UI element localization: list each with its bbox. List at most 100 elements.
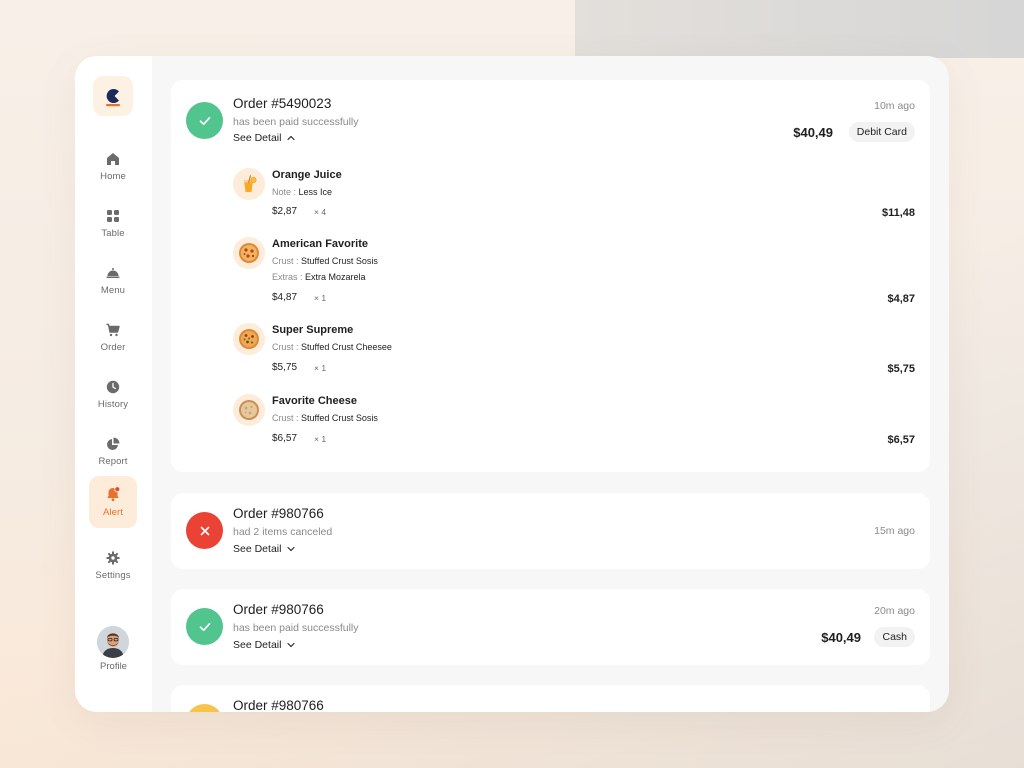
note-key: Crust : [272, 413, 302, 423]
user-avatar-icon [97, 626, 129, 658]
item-name: American Favorite [272, 238, 368, 250]
item-note: Note : Less Ice [272, 187, 332, 197]
avatar[interactable] [97, 626, 129, 658]
sidebar-item-label: Home [100, 171, 126, 182]
order-title: Order #980766 [233, 602, 324, 617]
sidebar-item-label: History [97, 399, 129, 410]
pizza-icon [239, 400, 259, 420]
payment-method-badge: Debit Card [848, 122, 915, 142]
item-name: Orange Juice [272, 169, 342, 181]
order-card: Order #5490023 has been paid successfull… [171, 80, 930, 472]
item-price: $5,75 [272, 362, 298, 373]
note-value: Stuffed Crust Sosis [301, 413, 378, 423]
item-thumbnail [233, 323, 265, 355]
sidebar-item-report[interactable]: Report [89, 426, 137, 478]
item-name: Super Supreme [272, 324, 354, 336]
app-logo[interactable] [93, 76, 133, 116]
sidebar: Home Table Menu Order History Report Ale… [75, 56, 152, 712]
bell-icon [107, 486, 121, 502]
app-window: Home Table Menu Order History Report Ale… [75, 56, 949, 712]
home-icon [107, 153, 119, 165]
item-note: Extras : Extra Mozarela [272, 272, 366, 282]
sidebar-item-history[interactable]: History [89, 369, 137, 421]
item-total: $5,75 [887, 363, 915, 375]
item-quantity: × 1 [314, 363, 327, 373]
success-status-badge [186, 608, 223, 645]
see-detail-label: See Detail [233, 543, 282, 555]
order-status-text: has been paid successfully [233, 622, 359, 634]
order-title: Order #980766 [233, 698, 324, 712]
check-icon [199, 622, 210, 631]
sidebar-item-table[interactable]: Table [89, 198, 137, 250]
grid-icon [107, 210, 119, 222]
sidebar-item-label: Order [100, 342, 126, 353]
sidebar-item-home[interactable]: Home [89, 141, 137, 193]
item-price: $6,57 [272, 433, 298, 444]
item-thumbnail [233, 237, 265, 269]
note-value: Stuffed Crust Cheesee [301, 342, 392, 352]
item-note: Crust : Stuffed Crust Sosis [272, 413, 378, 423]
juice-icon [244, 175, 257, 192]
item-note: Crust : Stuffed Crust Sosis [272, 256, 378, 266]
sidebar-item-label: Settings [95, 570, 131, 581]
order-item: Orange Juice Note : Less Ice $2,87 × 4 $… [233, 168, 915, 224]
error-status-badge [186, 512, 223, 549]
item-quantity: × 1 [314, 434, 327, 444]
pie-chart-icon [107, 437, 120, 450]
see-detail-toggle[interactable]: See Detail [233, 132, 296, 144]
item-thumbnail [233, 168, 265, 200]
cart-icon [106, 323, 120, 337]
close-icon [200, 526, 209, 535]
sidebar-item-menu[interactable]: Menu [89, 255, 137, 307]
order-card: Order #980766 has been paid successfully… [171, 589, 930, 665]
see-detail-label: See Detail [233, 639, 282, 651]
alert-feed: Order #5490023 has been paid successfull… [171, 80, 930, 712]
see-detail-label: See Detail [233, 132, 282, 144]
order-time: 10m ago [874, 100, 915, 112]
item-total: $11,48 [881, 207, 915, 219]
item-total: $6,57 [887, 434, 915, 446]
order-title: Order #980766 [233, 506, 324, 521]
sidebar-item-label: Table [101, 228, 125, 239]
see-detail-toggle[interactable]: See Detail [233, 543, 296, 555]
see-detail-toggle[interactable]: See Detail [233, 639, 296, 651]
chevron-down-icon [287, 546, 296, 552]
note-value: Stuffed Crust Sosis [301, 256, 378, 266]
sidebar-item-label: Alert [102, 507, 124, 518]
sidebar-item-alert[interactable]: Alert [89, 476, 137, 528]
order-time: 15m ago [874, 525, 915, 537]
item-thumbnail [233, 394, 265, 426]
item-name: Favorite Cheese [272, 395, 357, 407]
pizza-icon [239, 243, 259, 263]
note-key: Crust : [272, 256, 302, 266]
item-note: Crust : Stuffed Crust Cheesee [272, 342, 392, 352]
background-panel [575, 0, 1024, 58]
order-item: Super Supreme Crust : Stuffed Crust Chee… [233, 323, 915, 379]
sidebar-item-settings[interactable]: Settings [89, 540, 137, 592]
item-quantity: × 4 [314, 207, 327, 217]
sidebar-item-label: Menu [100, 285, 126, 296]
sidebar-item-order[interactable]: Order [89, 312, 137, 364]
order-status-text: had 2 items canceled [233, 526, 333, 538]
warning-status-badge [186, 704, 223, 712]
clock-icon [106, 380, 120, 394]
note-value: Less Ice [298, 187, 333, 197]
order-amount: $40,49 [821, 630, 861, 645]
order-time: 20m ago [874, 605, 915, 617]
item-quantity: × 1 [314, 293, 327, 303]
item-total: $4,87 [887, 293, 915, 305]
order-title: Order #5490023 [233, 96, 332, 111]
item-price: $2,87 [272, 206, 298, 217]
note-key: Note : [272, 187, 299, 197]
gear-icon [106, 551, 120, 565]
note-key: Crust : [272, 342, 302, 352]
order-item: Favorite Cheese Crust : Stuffed Crust So… [233, 394, 915, 450]
logo-icon [106, 89, 120, 107]
chevron-up-icon [287, 135, 296, 141]
note-value: Extra Mozarela [305, 272, 366, 282]
chevron-down-icon [287, 642, 296, 648]
order-card: Order #980766 had 2 items canceled See D… [171, 493, 930, 569]
success-status-badge [186, 102, 223, 139]
pizza-icon [239, 329, 259, 349]
profile-label[interactable]: Profile [75, 661, 152, 672]
